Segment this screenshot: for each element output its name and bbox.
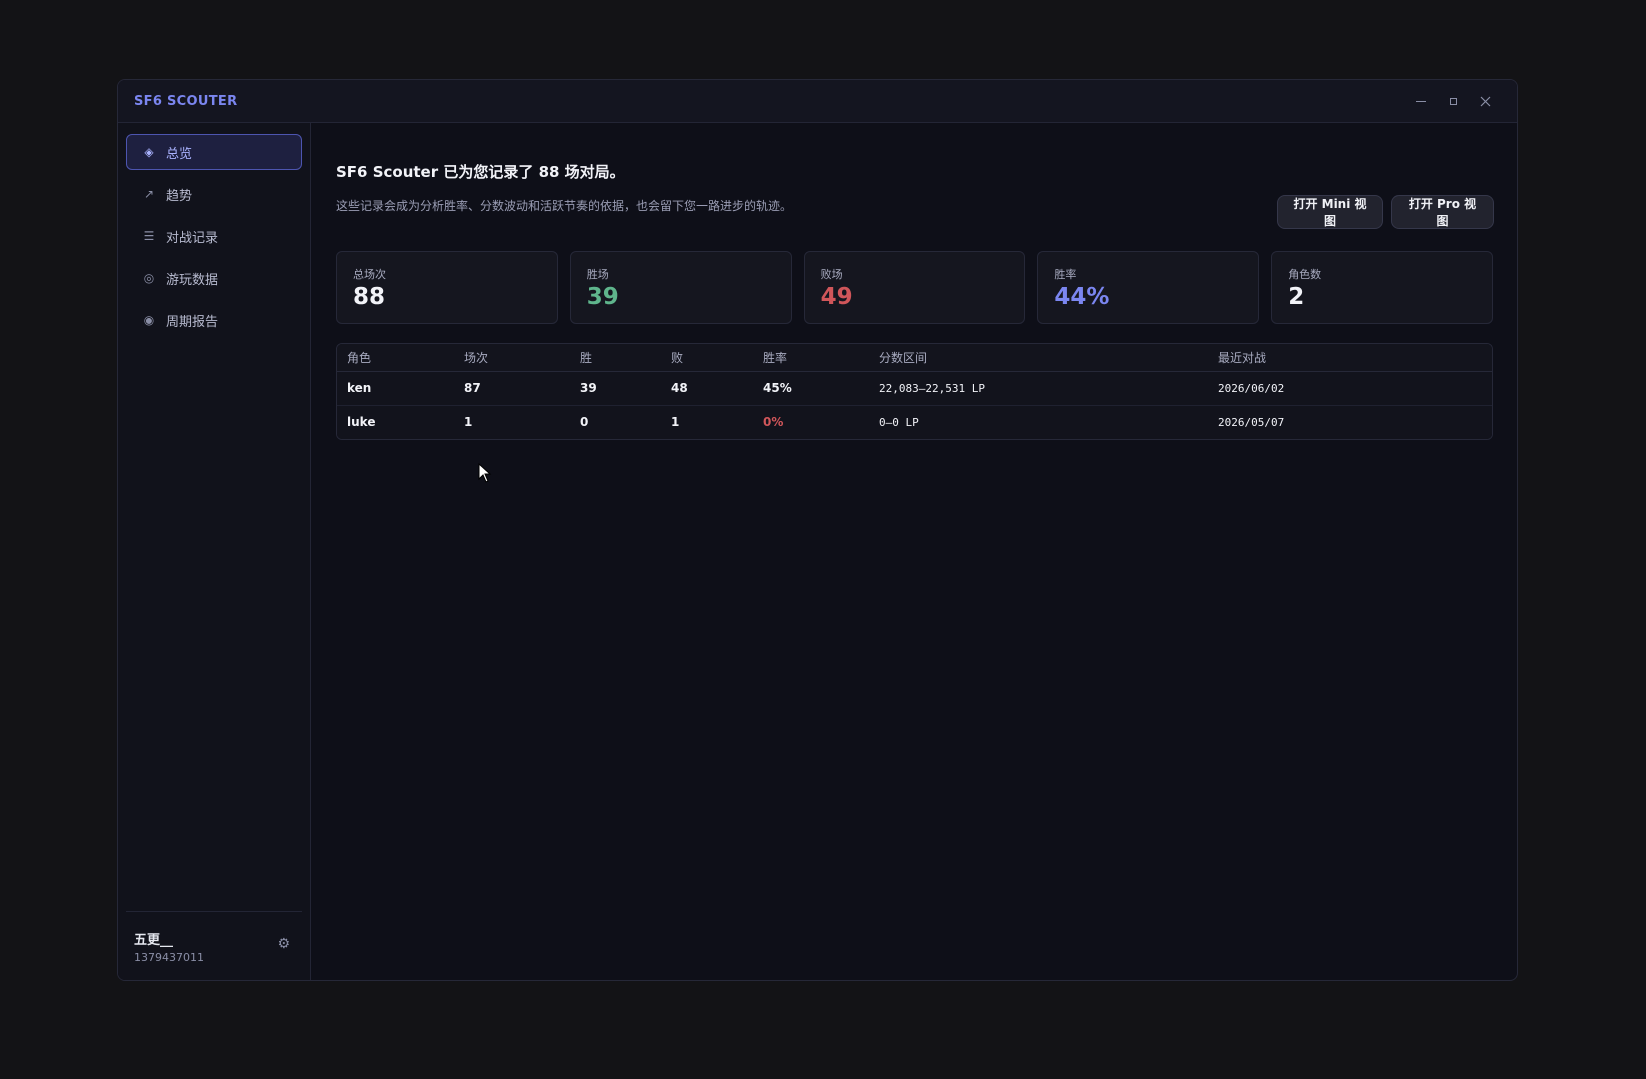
minimize-button[interactable] — [1405, 87, 1437, 115]
sidebar-item-label: 对战记录 — [166, 230, 219, 246]
target-icon: ◎ — [143, 271, 155, 285]
stat-value: 44% — [1054, 284, 1110, 310]
sidebar-item-label: 游玩数据 — [166, 272, 219, 288]
stat-label: 胜场 — [586, 268, 609, 281]
page-subtitle: 这些记录会成为分析胜率、分数波动和活跃节奏的依据，也会留下您一路进步的轨迹。 — [336, 199, 793, 213]
table-header-row: 角色 场次 胜 败 胜率 分数区间 最近对战 — [337, 344, 1492, 372]
column-header-wins[interactable]: 胜 — [570, 344, 661, 372]
sidebar: ◈ 总览 ↗ 趋势 ☰ 对战记录 ◎ 游玩数据 ◉ 周期报告 五更__ 1379… — [118, 123, 311, 980]
cell-character: luke — [337, 405, 454, 439]
cell-character: ken — [337, 371, 454, 406]
cell-last-match: 2026/05/07 — [1208, 405, 1492, 439]
app-title: SF6 SCOUTER — [134, 93, 238, 109]
stat-value: 2 — [1288, 284, 1305, 310]
report-circle-icon: ◉ — [143, 313, 155, 327]
close-button[interactable] — [1469, 87, 1501, 115]
table-row[interactable]: ken 87 39 48 45% 22,083–22,531 LP 2026/0… — [337, 371, 1492, 406]
open-pro-view-button[interactable]: 打开 Pro 视图 — [1391, 195, 1494, 229]
column-header-losses[interactable]: 败 — [661, 344, 753, 372]
stat-cards: 总场次 88 胜场 39 败场 49 胜率 44% 角色数 2 — [336, 251, 1493, 324]
cell-winrate: 0% — [753, 405, 869, 439]
stat-card-characters: 角色数 2 — [1271, 251, 1493, 324]
gear-icon[interactable]: ⚙ — [277, 936, 290, 952]
stat-label: 角色数 — [1288, 268, 1322, 281]
app-window: SF6 SCOUTER ◈ 总览 ↗ 趋势 ☰ 对战记录 ◎ 游玩数据 ◉ 周期… — [117, 79, 1518, 981]
cell-wins: 39 — [570, 371, 661, 406]
column-header-lp-range[interactable]: 分数区间 — [869, 344, 1208, 372]
page-title: SF6 Scouter 已为您记录了 88 场对局。 — [336, 163, 625, 181]
sidebar-item-match-history[interactable]: ☰ 对战记录 — [126, 218, 302, 254]
cell-last-match: 2026/06/02 — [1208, 371, 1492, 406]
cell-lp-range: 0–0 LP — [869, 405, 1208, 439]
stat-card-wins: 胜场 39 — [569, 251, 792, 324]
sidebar-item-play-data[interactable]: ◎ 游玩数据 — [126, 260, 302, 296]
diamond-icon: ◈ — [144, 145, 154, 159]
cell-winrate: 45% — [753, 371, 869, 406]
title-bar[interactable]: SF6 SCOUTER — [118, 80, 1517, 123]
stat-label: 胜率 — [1054, 268, 1077, 281]
window-controls — [1405, 87, 1501, 115]
sidebar-nav: ◈ 总览 ↗ 趋势 ☰ 对战记录 ◎ 游玩数据 ◉ 周期报告 — [118, 123, 310, 338]
sidebar-item-overview[interactable]: ◈ 总览 — [126, 134, 302, 170]
cell-losses: 1 — [661, 405, 753, 439]
column-header-last-match[interactable]: 最近对战 — [1208, 344, 1492, 372]
sidebar-item-period-report[interactable]: ◉ 周期报告 — [126, 302, 302, 338]
user-info: 五更__ 1379437011 — [134, 929, 204, 964]
cell-losses: 48 — [661, 371, 753, 406]
stat-label: 败场 — [820, 268, 843, 281]
stat-card-losses: 败场 49 — [803, 251, 1026, 324]
minimize-icon — [1416, 100, 1426, 102]
user-name: 五更__ — [134, 932, 174, 948]
stat-label: 总场次 — [353, 268, 386, 281]
maximize-icon — [1449, 97, 1457, 105]
table-row[interactable]: luke 1 0 1 0% 0–0 LP 2026/05/07 — [337, 405, 1492, 439]
main-content: SF6 Scouter 已为您记录了 88 场对局。 这些记录会成为分析胜率、分… — [312, 123, 1517, 980]
trend-arrow-icon: ↗ — [143, 187, 155, 201]
open-mini-view-button[interactable]: 打开 Mini 视图 — [1277, 195, 1383, 229]
character-table: 角色 场次 胜 败 胜率 分数区间 最近对战 ken 87 39 48 45% … — [336, 343, 1493, 440]
user-id: 1379437011 — [134, 950, 204, 964]
maximize-button[interactable] — [1437, 87, 1469, 115]
stat-card-total: 总场次 88 — [336, 251, 558, 324]
column-header-winrate[interactable]: 胜率 — [753, 344, 869, 372]
close-icon — [1480, 96, 1490, 106]
stat-card-winrate: 胜率 44% — [1037, 251, 1260, 324]
sidebar-item-label: 总览 — [166, 146, 193, 162]
cell-wins: 0 — [570, 405, 661, 439]
cell-matches: 1 — [454, 405, 570, 439]
column-header-matches[interactable]: 场次 — [454, 344, 570, 372]
mouse-cursor-icon — [478, 463, 492, 483]
stat-value: 49 — [820, 284, 853, 310]
cell-lp-range: 22,083–22,531 LP — [869, 371, 1208, 406]
column-header-character[interactable]: 角色 — [337, 344, 454, 372]
stat-value: 88 — [353, 284, 386, 310]
user-profile[interactable]: 五更__ 1379437011 ⚙ — [126, 911, 302, 980]
stat-value: 39 — [586, 284, 619, 310]
sidebar-item-label: 趋势 — [166, 188, 193, 204]
sidebar-item-label: 周期报告 — [166, 314, 219, 330]
list-icon: ☰ — [143, 229, 155, 243]
cell-matches: 87 — [454, 371, 570, 406]
sidebar-item-trends[interactable]: ↗ 趋势 — [126, 176, 302, 212]
